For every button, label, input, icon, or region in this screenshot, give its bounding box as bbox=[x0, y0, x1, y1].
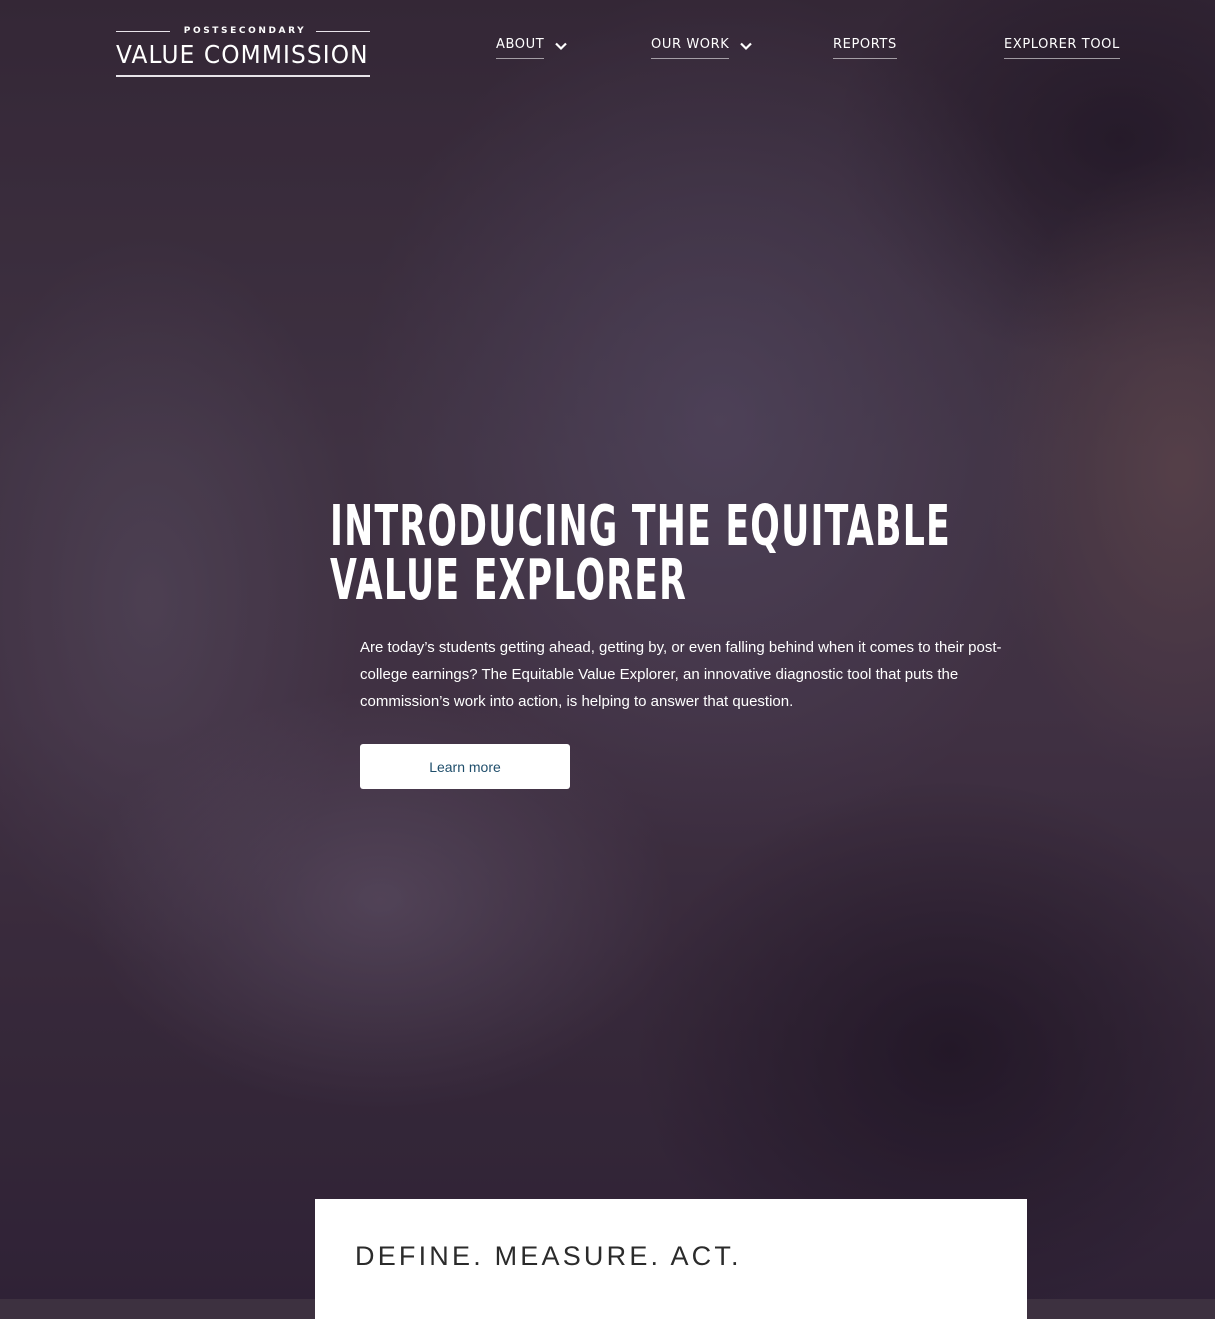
hero-title: INTRODUCING THE EQUITABLE VALUE EXPLORER bbox=[330, 494, 952, 613]
nav-item-explorer-tool[interactable]: EXPLORER TOOL bbox=[1004, 36, 1120, 59]
nav-item-our-work[interactable]: OUR WORK bbox=[651, 36, 753, 59]
nav-label-reports: REPORTS bbox=[833, 36, 897, 59]
logo-left-rule bbox=[116, 30, 170, 32]
learn-more-button[interactable]: Learn more bbox=[360, 744, 570, 789]
logo-bottom-rule bbox=[116, 75, 370, 77]
site-logo[interactable]: POSTSECONDARY VALUE COMMISSION bbox=[116, 22, 371, 82]
nav-label-about: ABOUT bbox=[496, 36, 545, 59]
nav-item-about[interactable]: ABOUT bbox=[496, 36, 568, 59]
chevron-down-icon[interactable] bbox=[554, 39, 568, 53]
logo-right-rule bbox=[316, 30, 371, 32]
nav-label-explorer-tool: EXPLORER TOOL bbox=[1004, 36, 1120, 59]
nav-item-reports[interactable]: REPORTS bbox=[833, 36, 897, 59]
hero-description: Are today’s students getting ahead, gett… bbox=[360, 639, 1002, 710]
chevron-down-icon[interactable] bbox=[739, 39, 753, 53]
logo-main-text: VALUE COMMISSION bbox=[116, 40, 369, 69]
logo-top-row: POSTSECONDARY bbox=[116, 22, 371, 40]
logo-small-text: POSTSECONDARY bbox=[183, 26, 307, 36]
section-heading: DEFINE. MEASURE. ACT. bbox=[355, 1241, 742, 1271]
nav-label-our-work: OUR WORK bbox=[651, 36, 730, 59]
define-measure-act-card: DEFINE. MEASURE. ACT. bbox=[315, 1199, 1027, 1319]
